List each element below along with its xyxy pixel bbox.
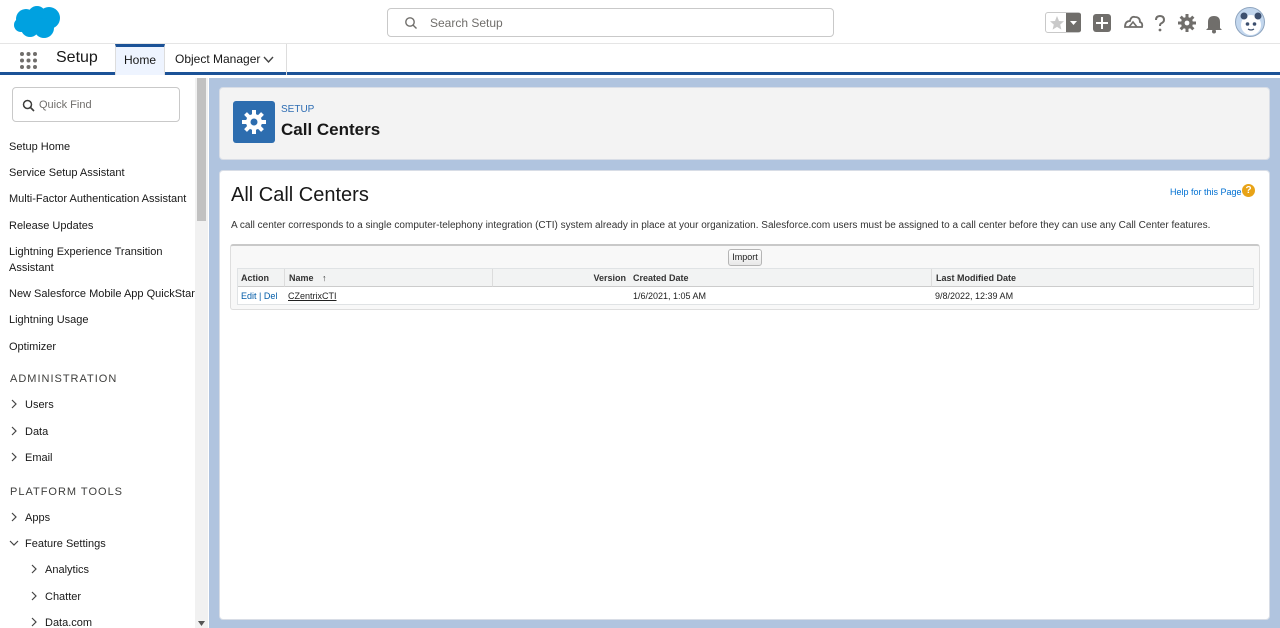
astro-avatar-icon: [1240, 12, 1262, 35]
tree-apps-label: Apps: [25, 512, 51, 524]
user-avatar[interactable]: [1235, 7, 1265, 37]
page-eyebrow: SETUP: [281, 104, 315, 115]
header-created-date[interactable]: Created Date: [629, 269, 931, 287]
page-header: SETUP Call Centers: [219, 87, 1270, 160]
section-administration: ADMINISTRATION: [10, 373, 118, 385]
header-name-label: Name: [289, 273, 314, 283]
header-action: Action: [238, 269, 284, 287]
nav-service-setup-assistant[interactable]: Service Setup Assistant: [9, 165, 125, 181]
help-question-icon[interactable]: ?: [1242, 184, 1255, 197]
add-icon[interactable]: [1091, 12, 1113, 34]
tree-analytics[interactable]: Analytics: [29, 564, 89, 576]
header-version[interactable]: Version: [492, 269, 629, 287]
row-created-date: 1/6/2021, 1:05 AM: [633, 291, 707, 301]
row-name: CZentrixCTI: [288, 288, 337, 305]
section-platform-tools: PLATFORM TOOLS: [10, 486, 124, 498]
scroll-down-arrow-icon[interactable]: [198, 621, 205, 626]
tab-object-manager[interactable]: Object Manager: [165, 44, 287, 75]
tree-chatter[interactable]: Chatter: [29, 591, 81, 603]
global-header: [0, 0, 1280, 44]
call-centers-list-panel: Import Action Name ↑ Version Created Dat…: [230, 244, 1260, 310]
tree-feature-settings-label: Feature Settings: [25, 538, 106, 550]
quick-find[interactable]: [12, 87, 180, 122]
trailhead-icon[interactable]: [1122, 12, 1144, 34]
call-centers-table: Action Name ↑ Version Created Date Last …: [237, 268, 1254, 305]
context-bar: Setup Home Object Manager: [0, 44, 1280, 75]
sort-ascending-icon: ↑: [322, 273, 327, 283]
call-center-name-link[interactable]: CZentrixCTI: [288, 291, 337, 301]
tree-email[interactable]: Email: [9, 452, 53, 464]
chevron-right-icon: [31, 591, 37, 601]
tree-chatter-label: Chatter: [45, 591, 82, 603]
tree-analytics-label: Analytics: [45, 564, 90, 576]
header-name[interactable]: Name ↑: [284, 269, 492, 287]
import-button[interactable]: Import: [728, 249, 762, 266]
notifications-bell-icon[interactable]: [1203, 12, 1225, 34]
tab-object-manager-label: Object Manager: [175, 52, 261, 66]
favorites-button[interactable]: [1045, 12, 1081, 33]
tree-apps[interactable]: Apps: [9, 512, 50, 524]
tree-users[interactable]: Users: [9, 399, 54, 411]
gear-icon[interactable]: [1176, 12, 1198, 34]
caret-down-icon: [1070, 21, 1077, 25]
setup-gear-icon: [233, 101, 275, 143]
tree-datacom-label: Data.com: [45, 617, 93, 628]
favorites-dropdown[interactable]: [1066, 13, 1081, 32]
tree-data-label: Data: [25, 426, 49, 438]
row-actions: Edit | Del: [241, 288, 277, 305]
chevron-right-icon: [11, 399, 17, 409]
tab-home[interactable]: Home: [115, 44, 165, 75]
chevron-right-icon: [11, 452, 17, 462]
page-header-title: Call Centers: [281, 120, 381, 139]
row-last-modified: 9/8/2022, 12:39 AM: [935, 291, 1014, 301]
chevron-down-icon: [9, 540, 19, 546]
nav-mfa-assistant[interactable]: Multi-Factor Authentication Assistant: [9, 191, 186, 207]
app-launcher-icon[interactable]: [19, 51, 38, 70]
help-icon[interactable]: [1149, 12, 1171, 34]
tree-data[interactable]: Data: [9, 426, 48, 438]
tree-feature-settings[interactable]: Feature Settings: [9, 538, 106, 550]
nav-lightning-transition[interactable]: Lightning Experience Transition: [9, 244, 162, 260]
chevron-right-icon: [31, 564, 37, 574]
sidebar-scrollbar[interactable]: [195, 78, 208, 628]
chevron-right-icon: [11, 426, 17, 436]
nav-setup-home[interactable]: Setup Home: [9, 139, 70, 155]
help-for-this-page-link[interactable]: Help for this Page: [1170, 187, 1242, 197]
setup-sidebar: Setup Home Service Setup Assistant Multi…: [0, 78, 208, 628]
search-icon: [22, 99, 35, 112]
nav-lightning-transition-cont[interactable]: Assistant: [9, 260, 54, 276]
tree-email-label: Email: [25, 452, 53, 464]
main-card: All Call Centers Help for this Page ? A …: [219, 170, 1270, 620]
search-input[interactable]: [430, 13, 820, 33]
chevron-right-icon: [11, 512, 17, 522]
row-version: [492, 288, 626, 305]
nav-mobile-quickstart[interactable]: New Salesforce Mobile App QuickStart: [9, 286, 198, 302]
nav-release-updates[interactable]: Release Updates: [9, 218, 93, 234]
nav-lightning-usage[interactable]: Lightning Usage: [9, 312, 89, 328]
header-last-modified[interactable]: Last Modified Date: [931, 269, 1253, 287]
delete-link[interactable]: Del: [264, 291, 278, 301]
chevron-right-icon: [31, 617, 37, 627]
app-name: Setup: [56, 49, 98, 66]
nav-optimizer[interactable]: Optimizer: [9, 339, 56, 355]
salesforce-logo[interactable]: [12, 5, 62, 39]
action-separator: |: [259, 291, 262, 301]
setup-search[interactable]: [387, 8, 834, 37]
search-icon: [405, 17, 417, 29]
edit-link[interactable]: Edit: [241, 291, 257, 301]
quick-find-input[interactable]: [39, 97, 174, 113]
chevron-down-icon[interactable]: [263, 55, 274, 64]
page-title: All Call Centers: [231, 184, 369, 206]
sidebar-scroll-thumb[interactable]: [197, 78, 206, 221]
tree-users-label: Users: [25, 399, 54, 411]
page-description: A call center corresponds to a single co…: [231, 220, 1211, 231]
star-icon: [1050, 16, 1064, 30]
tree-datacom[interactable]: Data.com: [29, 617, 92, 628]
